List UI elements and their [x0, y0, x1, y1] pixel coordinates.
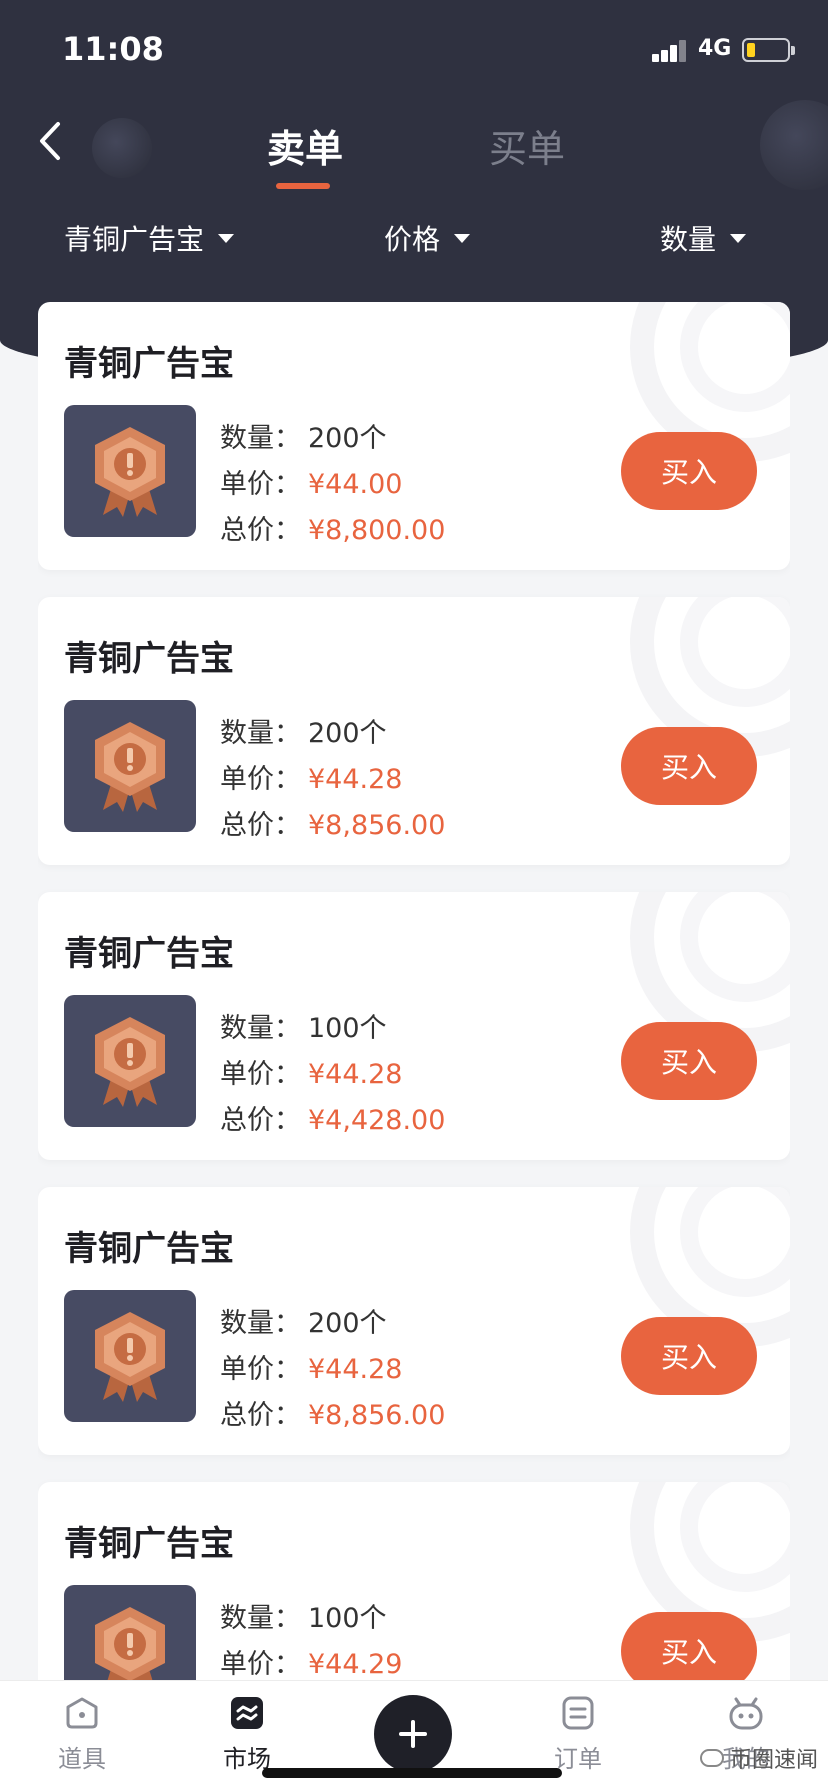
quantity-label: 数量：	[220, 1308, 301, 1339]
unit-price-value: ¥44.29	[308, 1649, 403, 1680]
header-decoration	[92, 118, 152, 178]
total-price-label: 总价：	[220, 1105, 301, 1136]
bronze-badge-icon	[64, 700, 196, 832]
tabbar-item-orders[interactable]: 订单	[528, 1693, 628, 1774]
order-title: 青铜广告宝	[64, 344, 234, 384]
quantity-row: 数量： 100个	[220, 1596, 387, 1635]
status-time: 11:08	[62, 30, 164, 68]
quantity-label: 数量：	[220, 1013, 301, 1044]
total-price-row: 总价： ¥8,800.00	[220, 508, 445, 547]
order-card: 青铜广告宝 数量： 200个 单价： ¥44.28 总价： ¥8,856.00 …	[38, 597, 790, 865]
order-title: 青铜广告宝	[64, 1524, 234, 1564]
watermark: 币圈速闻	[700, 1742, 818, 1774]
buy-button[interactable]: 买入	[621, 432, 757, 510]
bronze-badge-icon	[64, 1585, 196, 1680]
caret-down-icon	[730, 233, 747, 243]
unit-price-row: 单价： ¥44.28	[220, 1052, 402, 1091]
unit-price-label: 单价：	[220, 469, 301, 500]
quantity-row: 数量： 200个	[220, 1301, 387, 1340]
caret-down-icon	[454, 233, 471, 243]
quantity-sort-dropdown[interactable]: 数量	[660, 218, 747, 258]
order-list[interactable]: 青铜广告宝 数量： 200个 单价： ¥44.00 总价： ¥8,800.00 …	[38, 302, 790, 1680]
unit-price-value: ¥44.28	[308, 1059, 403, 1090]
bronze-badge-icon	[64, 1290, 196, 1422]
active-tab-indicator	[276, 183, 330, 189]
total-price-value: ¥4,428.00	[308, 1105, 446, 1136]
back-button[interactable]	[30, 116, 70, 166]
quantity-value: 100个	[308, 1603, 387, 1634]
product-filter-dropdown[interactable]: 青铜广告宝	[64, 218, 235, 258]
quantity-value: 100个	[308, 1013, 387, 1044]
quantity-row: 数量： 100个	[220, 1006, 387, 1045]
total-price-row: 总价： ¥8,856.00	[220, 803, 445, 842]
box-icon	[62, 1693, 102, 1733]
total-price-row: 总价： ¥8,856.00	[220, 1393, 445, 1432]
order-card: 青铜广告宝 数量： 100个 单价： ¥44.29 总价： 买入	[38, 1482, 790, 1680]
unit-price-row: 单价： ¥44.29	[220, 1642, 402, 1680]
buy-button[interactable]: 买入	[621, 1022, 757, 1100]
total-price-value: ¥8,800.00	[308, 515, 446, 546]
quantity-label: 数量：	[220, 718, 301, 749]
tabbar-item-market[interactable]: 市场	[197, 1693, 297, 1774]
total-price-label: 总价：	[220, 515, 301, 546]
bronze-badge-icon	[64, 995, 196, 1127]
quantity-value: 200个	[308, 1308, 387, 1339]
quantity-label: 数量：	[220, 1603, 301, 1634]
product-filter-label: 青铜广告宝	[64, 223, 205, 256]
quantity-row: 数量： 200个	[220, 416, 387, 455]
quantity-filter-label: 数量	[660, 223, 717, 256]
chevron-left-icon	[40, 122, 60, 160]
buy-button[interactable]: 买入	[621, 727, 757, 805]
quantity-label: 数量：	[220, 423, 301, 454]
quantity-value: 200个	[308, 423, 387, 454]
order-title: 青铜广告宝	[64, 639, 234, 679]
tabbar-item-props[interactable]: 道具	[32, 1693, 132, 1774]
unit-price-value: ¥44.00	[308, 469, 403, 500]
total-price-label: 总价：	[220, 810, 301, 841]
total-price-value: ¥8,856.00	[308, 1400, 446, 1431]
order-card: 青铜广告宝 数量： 100个 单价： ¥44.28 总价： ¥4,428.00 …	[38, 892, 790, 1160]
total-price-label: 总价：	[220, 1400, 301, 1431]
price-sort-dropdown[interactable]: 价格	[384, 218, 471, 258]
quantity-value: 200个	[308, 718, 387, 749]
network-type: 4G	[698, 36, 732, 61]
tab-buy-orders[interactable]: 买单	[489, 118, 565, 171]
unit-price-label: 单价：	[220, 764, 301, 795]
bronze-badge-icon	[64, 405, 196, 537]
cell-signal-icon	[652, 40, 688, 62]
robot-face-icon	[726, 1693, 766, 1733]
order-icon	[558, 1693, 598, 1733]
order-title: 青铜广告宝	[64, 934, 234, 974]
unit-price-row: 单价： ¥44.00	[220, 462, 402, 501]
order-card: 青铜广告宝 数量： 200个 单价： ¥44.28 总价： ¥8,856.00 …	[38, 1187, 790, 1455]
status-bar: 11:08 4G	[0, 0, 828, 100]
caret-down-icon	[218, 233, 235, 243]
plus-icon	[399, 1720, 427, 1748]
market-icon	[227, 1693, 267, 1733]
buy-button[interactable]: 买入	[621, 1317, 757, 1395]
unit-price-value: ¥44.28	[308, 1354, 403, 1385]
wechat-logo-icon	[700, 1749, 724, 1767]
total-price-row: 总价： ¥4,428.00	[220, 1098, 445, 1137]
battery-icon	[742, 38, 795, 62]
unit-price-label: 单价：	[220, 1649, 301, 1680]
unit-price-label: 单价：	[220, 1354, 301, 1385]
watermark-text: 币圈速闻	[730, 1748, 819, 1773]
unit-price-label: 单价：	[220, 1059, 301, 1090]
unit-price-value: ¥44.28	[308, 764, 403, 795]
buy-button[interactable]: 买入	[621, 1612, 757, 1680]
create-order-button[interactable]	[374, 1695, 452, 1773]
tabbar-label-props: 道具	[58, 1745, 106, 1773]
order-title: 青铜广告宝	[64, 1229, 234, 1269]
unit-price-row: 单价： ¥44.28	[220, 1347, 402, 1386]
total-price-value: ¥8,856.00	[308, 810, 446, 841]
order-card: 青铜广告宝 数量： 200个 单价： ¥44.00 总价： ¥8,800.00 …	[38, 302, 790, 570]
tab-sell-orders[interactable]: 卖单	[267, 118, 343, 171]
quantity-row: 数量： 200个	[220, 711, 387, 750]
price-filter-label: 价格	[384, 223, 441, 256]
unit-price-row: 单价： ¥44.28	[220, 757, 402, 796]
header-decoration	[760, 100, 828, 190]
home-indicator	[262, 1768, 562, 1778]
